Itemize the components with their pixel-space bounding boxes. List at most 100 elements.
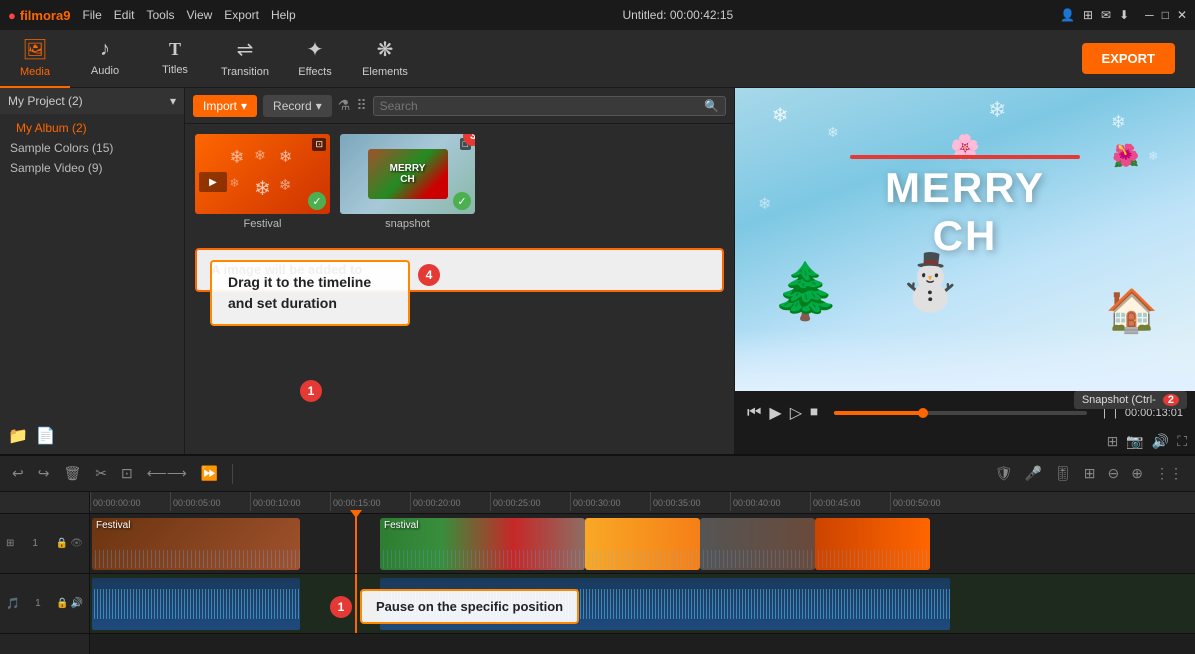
timeline-track-labels: ⊞ 1 🔒 👁 🎵 1 🔒 🔊 xyxy=(0,492,90,654)
play-icon-overlay: ▶ xyxy=(199,172,227,192)
download-icon[interactable]: ⬇ xyxy=(1119,8,1129,22)
mic-button[interactable]: 🎤 xyxy=(1021,463,1046,484)
clip-festival-1[interactable]: Festival xyxy=(92,518,300,570)
snapshot-button[interactable]: 📷 xyxy=(1126,433,1143,450)
tree-item-album[interactable]: My Album (2) xyxy=(0,118,184,138)
clip-festival-2[interactable]: Festival xyxy=(380,518,585,570)
grid-view-icon[interactable]: ⠿ xyxy=(356,97,366,114)
timeline-toolbar: ↩ ↪ 🗑 ✂ ⊡ ⟵⟶ ⏩ 1 🛡 🎤 🎚 ⊞ ⊖ ⊕ ⋮⋮ xyxy=(0,456,1195,492)
toolbar-titles[interactable]: T Titles xyxy=(140,30,210,88)
win-maximize[interactable]: □ xyxy=(1162,8,1169,22)
more-button[interactable]: ⋮⋮ xyxy=(1151,463,1187,484)
audio-mute-button[interactable]: 🔊 xyxy=(71,598,83,609)
snowflake-icon-4: ❄ xyxy=(229,176,246,201)
transition-icon: ⇌ xyxy=(237,37,254,62)
search-icon[interactable]: 🔍 xyxy=(704,99,719,113)
menu-tools[interactable]: Tools xyxy=(146,8,174,22)
tree-item-video[interactable]: Sample Video (9) xyxy=(0,158,184,178)
stop-button[interactable]: ⏹ xyxy=(810,404,818,422)
toolbar-effects-label: Effects xyxy=(298,66,331,78)
panel-collapse-icon[interactable]: ▾ xyxy=(170,94,176,108)
media-thumb-festival[interactable]: ❄ ❄ ❄ ❄ ❄ ❄ ⊡ ✓ ▶ xyxy=(195,134,330,214)
drag-annotation-text: Drag it to the timeline and set duration xyxy=(228,274,371,311)
delete-button[interactable]: 🗑 xyxy=(59,463,85,484)
fullscreen-small-button[interactable]: ⊞ xyxy=(1107,433,1119,450)
app-logo-text: filmora9 xyxy=(20,8,71,23)
toolbar-effects[interactable]: ✦ Effects xyxy=(280,30,350,88)
titlebar: ● filmora9 File Edit Tools View Export H… xyxy=(0,0,1195,30)
christmas-background: ❄ ❄ ❄ ❄ ❄ ❄ 🌸 MERRY CH � xyxy=(735,88,1195,391)
progress-bar[interactable] xyxy=(834,411,1087,415)
prev-frame-button[interactable]: ⏮ xyxy=(747,404,761,422)
red-flower-icon: 🌺 xyxy=(1112,143,1139,169)
media-thumb-snapshot[interactable]: MERRYCH □ ✓ 3 xyxy=(340,134,475,214)
add-file-icon[interactable]: 📄 xyxy=(36,426,56,446)
speed-button[interactable]: ⏩ xyxy=(197,463,222,484)
import-button[interactable]: Import ▾ xyxy=(193,95,257,117)
redo-button[interactable]: ↪ xyxy=(34,463,54,484)
tree-icon: 🌲 xyxy=(772,259,840,324)
video-track-row: Festival Festival xyxy=(90,514,1195,574)
record-button[interactable]: Record ▾ xyxy=(263,95,332,117)
ruler-tick-1: 00:00:05:00 xyxy=(170,492,250,511)
add-folder-icon[interactable]: 📁 xyxy=(8,426,28,446)
cut-button[interactable]: ✂ xyxy=(91,463,111,484)
audio-wave-5 xyxy=(815,550,930,568)
mail-icon[interactable]: ✉ xyxy=(1101,8,1111,22)
record-label: Record xyxy=(273,99,312,113)
audio-lock-button[interactable]: 🔒 xyxy=(56,598,68,609)
minus-button[interactable]: ⊖ xyxy=(1104,463,1124,484)
volume-button[interactable]: 🔊 xyxy=(1152,433,1169,450)
play-alt-button[interactable]: ▷ xyxy=(790,403,802,423)
win-minimize[interactable]: ─ xyxy=(1145,8,1154,22)
left-panel: My Project (2) ▾ My Album (2) Sample Col… xyxy=(0,88,185,454)
menu-export[interactable]: Export xyxy=(224,8,259,22)
toolbar-audio[interactable]: ♪ Audio xyxy=(70,30,140,88)
media-item-snapshot[interactable]: MERRYCH □ ✓ 3 snapshot xyxy=(340,134,475,230)
menu-view[interactable]: View xyxy=(186,8,212,22)
win-close[interactable]: ✕ xyxy=(1177,8,1187,22)
fullscreen-button[interactable]: ⛶ xyxy=(1177,433,1187,450)
menu-edit[interactable]: Edit xyxy=(114,8,135,22)
bookmark-icon[interactable]: ⊞ xyxy=(1083,8,1093,22)
toolbar-transition[interactable]: ⇌ Transition xyxy=(210,30,280,88)
audio-wave-2 xyxy=(380,550,585,568)
snowflake-icon-6: ❄ xyxy=(279,176,296,201)
voiceover-button[interactable]: 🛡 xyxy=(991,463,1017,484)
split-button[interactable]: ⟵⟶ xyxy=(143,463,191,484)
snapshot-check: ✓ xyxy=(453,192,471,210)
pip-button[interactable]: ⊞ xyxy=(1080,463,1100,484)
menu-file[interactable]: File xyxy=(82,8,101,22)
clip-orange[interactable] xyxy=(815,518,930,570)
track-label-video: ⊞ 1 🔒 👁 xyxy=(0,514,89,574)
audio-clip-1[interactable] xyxy=(92,578,300,630)
media-item-festival[interactable]: ❄ ❄ ❄ ❄ ❄ ❄ ⊡ ✓ ▶ Festival xyxy=(195,134,330,230)
undo-button[interactable]: ↩ xyxy=(8,463,28,484)
media-icon: 🖼 xyxy=(22,37,47,62)
track-lock-button[interactable]: 🔒 xyxy=(56,538,68,549)
video-type-badge: ⊡ xyxy=(312,138,326,151)
play-button[interactable]: ▶ xyxy=(769,403,781,423)
snapshot-tooltip-text: Snapshot (Ctrl- xyxy=(1082,394,1156,406)
toolbar-media[interactable]: 🖼 Media xyxy=(0,30,70,88)
search-input[interactable] xyxy=(380,99,704,113)
menu-help[interactable]: Help xyxy=(271,8,296,22)
export-button[interactable]: EXPORT xyxy=(1082,43,1175,74)
add-layer-button[interactable]: ⊕ xyxy=(1127,463,1147,484)
snapshot-label: snapshot xyxy=(340,218,475,230)
audio-track-row xyxy=(90,574,1195,634)
toolbar-elements[interactable]: ❋ Elements xyxy=(350,30,420,88)
filter-icon[interactable]: ⚗ xyxy=(338,97,351,114)
clip-gold[interactable] xyxy=(585,518,700,570)
snowflake-icon-1: ❄ xyxy=(229,147,246,168)
progress-dot xyxy=(918,408,928,418)
ruler-spacer xyxy=(0,492,89,514)
mix-button[interactable]: 🎚 xyxy=(1050,463,1076,484)
snowflake-icon-2: ❄ xyxy=(254,147,271,168)
tree-item-colors[interactable]: Sample Colors (15) xyxy=(0,138,184,158)
user-icon[interactable]: 👤 xyxy=(1060,8,1075,22)
track-eye-button[interactable]: 👁 xyxy=(70,538,83,549)
clip-dark[interactable] xyxy=(700,518,815,570)
ruler-tick-6: 00:00:30:00 xyxy=(570,492,650,511)
crop-button[interactable]: ⊡ xyxy=(117,463,137,484)
